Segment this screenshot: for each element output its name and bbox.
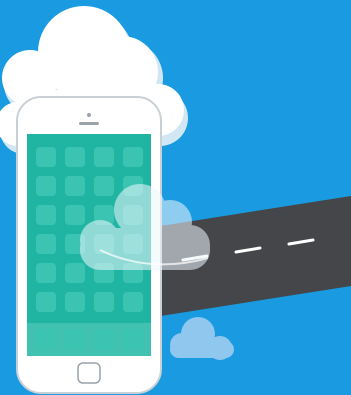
dock-app-icon (94, 329, 114, 349)
speaker-grille (79, 122, 99, 125)
app-icon (36, 205, 56, 225)
home-button-icon (77, 362, 101, 384)
dock-app-icon (36, 329, 56, 349)
app-icon (65, 176, 85, 196)
app-icon (94, 147, 114, 167)
app-icon (36, 263, 56, 283)
app-icon (94, 292, 114, 312)
app-icon (65, 147, 85, 167)
app-icon (123, 292, 143, 312)
dock-app-icon (65, 329, 85, 349)
app-icon (36, 292, 56, 312)
front-camera (87, 113, 91, 117)
app-icon (65, 205, 85, 225)
app-icon (94, 176, 114, 196)
illustration (0, 0, 351, 395)
app-icon (123, 147, 143, 167)
app-icon (36, 234, 56, 254)
dock-app-icon (123, 329, 143, 349)
app-icon (36, 147, 56, 167)
app-icon (65, 263, 85, 283)
app-icon (36, 176, 56, 196)
app-icon (65, 292, 85, 312)
